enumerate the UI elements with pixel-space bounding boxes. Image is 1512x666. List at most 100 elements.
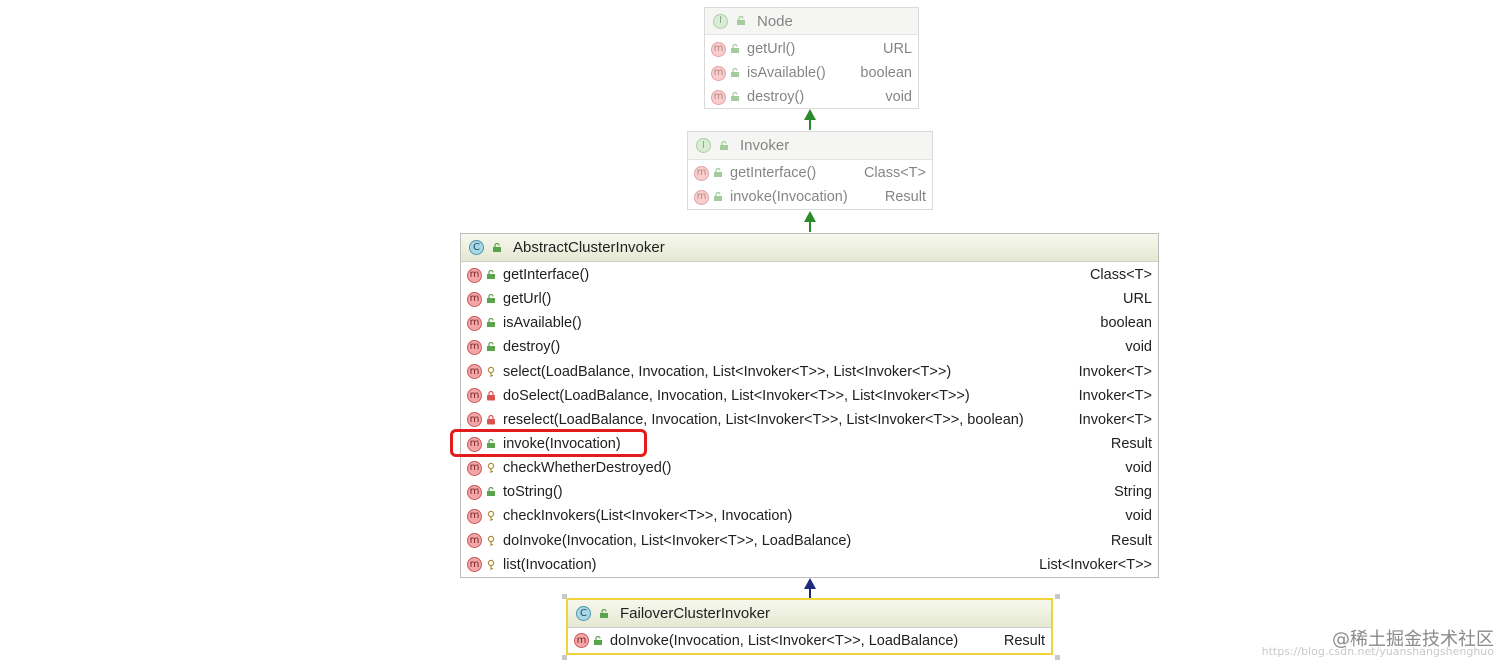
- interface-icon: I: [696, 138, 711, 153]
- method-return-type: Result: [884, 189, 926, 205]
- method-row[interactable]: m list(Invocation) List<Invoker<T>>: [461, 553, 1158, 577]
- abstract-cluster-invoker-title: AbstractClusterInvoker: [513, 239, 665, 256]
- method-row[interactable]: m invoke(Invocation) Result: [688, 185, 932, 209]
- public-visibility-icon: [735, 14, 747, 29]
- method-return-type: boolean: [1100, 315, 1152, 332]
- method-icon: m: [711, 41, 726, 57]
- method-return-type: void: [1125, 460, 1152, 477]
- method-icon: m: [467, 291, 482, 307]
- public-visibility-icon: [729, 66, 741, 81]
- method-return-type: List<Invoker<T>>: [1039, 556, 1152, 573]
- method-signature: isAvailable(): [747, 65, 826, 81]
- method-icon: m: [694, 165, 709, 181]
- method-icon: m: [467, 267, 482, 283]
- method-row[interactable]: m select(LoadBalance, Invocation, List<In…: [461, 360, 1158, 384]
- public-visibility-icon: [485, 268, 497, 283]
- method-return-type: void: [885, 89, 912, 105]
- protected-visibility-icon: [485, 509, 497, 524]
- invoke-highlight-box: [450, 429, 647, 457]
- public-visibility-icon: [718, 138, 730, 153]
- public-visibility-icon: [729, 42, 741, 57]
- node-header: I Node: [705, 8, 918, 35]
- method-signature: doInvoke(Invocation, List<Invoker<T>>, L…: [610, 632, 959, 649]
- method-row[interactable]: m checkWhetherDestroyed() void: [461, 456, 1158, 480]
- protected-visibility-icon: [485, 557, 497, 572]
- public-visibility-icon: [485, 316, 497, 331]
- method-return-type: void: [1125, 339, 1152, 356]
- method-row[interactable]: m isAvailable() boolean: [461, 311, 1158, 335]
- node-methods: m getUrl() URL m isAvailable() boolean m destro…: [705, 35, 918, 109]
- method-return-type: String: [1114, 484, 1152, 501]
- method-icon: m: [467, 533, 482, 549]
- method-signature: checkInvokers(List<Invoker<T>>, Invocati…: [503, 508, 793, 525]
- invoker-header: I Invoker: [688, 132, 932, 160]
- method-row[interactable]: m doInvoke(Invocation, List<Invoker<T>>, …: [461, 529, 1158, 553]
- method-row[interactable]: m destroy() void: [461, 335, 1158, 359]
- method-row[interactable]: m getInterface() Class<T>: [461, 263, 1158, 287]
- selection-handle[interactable]: [562, 594, 567, 599]
- method-signature: toString(): [503, 484, 563, 501]
- method-icon: m: [467, 412, 482, 428]
- method-signature: getInterface(): [730, 165, 817, 181]
- method-row[interactable]: m toString() String: [461, 480, 1158, 504]
- invoker-interface-box[interactable]: I Invoker m getInterface() Class<T> m invoke…: [687, 131, 933, 210]
- public-visibility-icon: [592, 633, 604, 648]
- method-return-type: void: [1125, 508, 1152, 525]
- public-visibility-icon: [598, 606, 610, 621]
- method-row[interactable]: m getUrl() URL: [461, 287, 1158, 311]
- failover-cluster-invoker-methods: m doInvoke(Invocation, List<Invoker<T>>, …: [568, 628, 1051, 653]
- node-interface-box[interactable]: I Node m getUrl() URL m isAvailable() boolean…: [704, 7, 919, 109]
- method-signature: getUrl(): [503, 291, 552, 308]
- method-icon: m: [467, 388, 482, 404]
- method-return-type: Result: [1110, 436, 1152, 453]
- selection-handle[interactable]: [562, 655, 567, 660]
- abstract-class-icon: C: [469, 240, 484, 255]
- watermark-url: https://blog.csdn.net/yuanshangshenghuo: [1261, 645, 1494, 658]
- public-visibility-icon: [485, 292, 497, 307]
- arrow-failover-to-abstract: [804, 578, 816, 599]
- selection-handle[interactable]: [1055, 594, 1060, 599]
- method-row[interactable]: m isAvailable() boolean: [705, 61, 918, 85]
- method-row[interactable]: m doSelect(LoadBalance, Invocation, List<…: [461, 384, 1158, 408]
- failover-cluster-invoker-box[interactable]: C FailoverClusterInvoker m doInvoke(Invoc…: [566, 598, 1053, 655]
- selection-handle[interactable]: [1055, 655, 1060, 660]
- method-signature: doInvoke(Invocation, List<Invoker<T>>, L…: [503, 532, 852, 549]
- method-return-type: boolean: [860, 65, 912, 81]
- method-icon: m: [467, 339, 482, 355]
- method-icon: m: [467, 557, 482, 573]
- method-signature: checkWhetherDestroyed(): [503, 460, 672, 477]
- method-icon: m: [467, 460, 482, 476]
- method-icon: m: [467, 364, 482, 380]
- method-icon: m: [467, 484, 482, 500]
- method-return-type: Class<T>: [1089, 267, 1152, 284]
- failover-cluster-invoker-title: FailoverClusterInvoker: [620, 605, 771, 622]
- method-return-type: URL: [1122, 291, 1152, 308]
- public-visibility-icon: [729, 90, 741, 105]
- method-return-type: Invoker<T>: [1078, 363, 1152, 380]
- public-visibility-icon: [712, 190, 724, 205]
- public-visibility-icon: [712, 166, 724, 181]
- method-return-type: Result: [1110, 532, 1152, 549]
- method-return-type: URL: [882, 41, 912, 57]
- public-visibility-icon: [491, 240, 503, 255]
- public-visibility-icon: [485, 340, 497, 355]
- method-return-type: Class<T>: [863, 165, 926, 181]
- method-return-type: Invoker<T>: [1078, 411, 1152, 428]
- node-title: Node: [757, 12, 793, 30]
- method-row[interactable]: m getUrl() URL: [705, 37, 918, 61]
- protected-visibility-icon: [485, 533, 497, 548]
- method-signature: select(LoadBalance, Invocation, List<Inv…: [503, 363, 952, 380]
- arrow-invoker-to-node: [804, 109, 816, 130]
- abstract-cluster-invoker-header: C AbstractClusterInvoker: [461, 234, 1158, 262]
- method-row[interactable]: m doInvoke(Invocation, List<Invoker<T>>, …: [568, 628, 1051, 653]
- method-row[interactable]: m checkInvokers(List<Invoker<T>>, Invocat…: [461, 504, 1158, 528]
- abstract-cluster-invoker-box[interactable]: C AbstractClusterInvoker m getInterface()…: [460, 233, 1159, 578]
- method-icon: m: [711, 65, 726, 81]
- invoker-title: Invoker: [740, 137, 790, 154]
- method-row[interactable]: m destroy() void: [705, 85, 918, 109]
- method-row[interactable]: m getInterface() Class<T>: [688, 161, 932, 185]
- public-visibility-icon: [485, 485, 497, 500]
- method-icon: m: [467, 315, 482, 331]
- method-signature: reselect(LoadBalance, Invocation, List<I…: [503, 411, 1024, 428]
- class-icon: C: [576, 606, 591, 621]
